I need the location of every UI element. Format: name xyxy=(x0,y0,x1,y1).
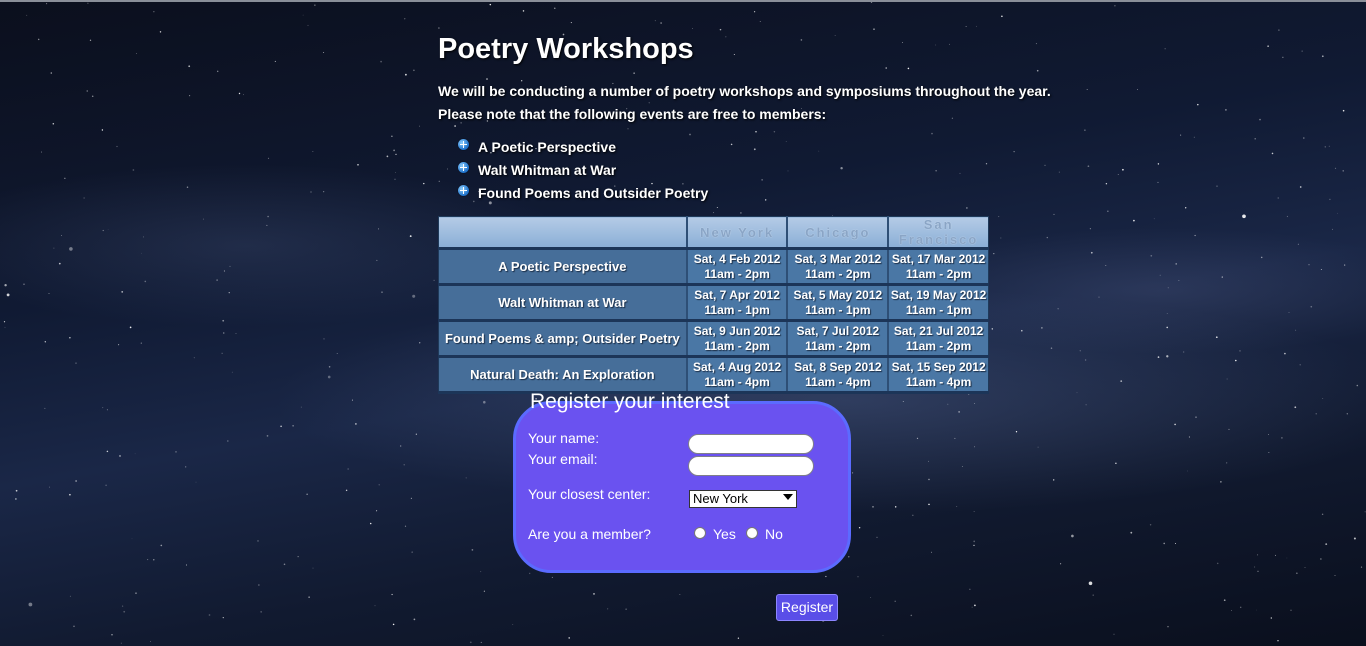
time-text: 11am - 2pm xyxy=(704,338,770,353)
list-item-label: Walt Whitman at War xyxy=(478,161,617,178)
event-name-cell: Natural Death: An Exploration xyxy=(438,356,688,394)
table-row: Natural Death: An Exploration Sat, 4 Aug… xyxy=(438,356,989,394)
time-text: 11am - 4pm xyxy=(704,374,770,389)
time-text: 11am - 2pm xyxy=(704,266,770,281)
member-no-radio[interactable] xyxy=(746,527,758,539)
member-yes-label: Yes xyxy=(713,526,736,542)
member-label: Are you a member? xyxy=(528,526,651,542)
table-row: Walt Whitman at War Sat, 7 Apr 2012 11am … xyxy=(438,284,989,322)
time-text: 11am - 4pm xyxy=(905,374,972,389)
time-text: 11am - 1pm xyxy=(905,302,972,317)
header-cell-san-francisco: San Francisco xyxy=(888,216,989,250)
date-cell: Sat, 19 May 2012 11am - 1pm xyxy=(888,284,989,322)
date-text: Sat, 19 May 2012 xyxy=(890,287,987,302)
member-no-label: No xyxy=(765,526,783,542)
event-name-cell: Walt Whitman at War xyxy=(438,284,688,322)
time-text: 11am - 2pm xyxy=(905,338,972,353)
list-item: Found Poems and Outsider Poetry xyxy=(458,181,708,204)
plus-circle-icon xyxy=(458,162,469,173)
header-cell-chicago: Chicago xyxy=(787,216,890,250)
plus-circle-icon xyxy=(458,139,469,150)
date-text: Sat, 3 Mar 2012 xyxy=(794,251,882,266)
list-item: Walt Whitman at War xyxy=(458,158,708,181)
date-text: Sat, 5 May 2012 xyxy=(793,287,883,302)
center-label: Your closest center: xyxy=(528,486,651,502)
date-cell: Sat, 4 Aug 2012 11am - 4pm xyxy=(686,356,789,394)
email-label: Your email: xyxy=(528,451,598,467)
date-text: Sat, 4 Feb 2012 xyxy=(693,251,781,266)
time-text: 11am - 2pm xyxy=(905,266,972,281)
table-header-row: New York Chicago San Francisco xyxy=(438,216,989,250)
intro-text-line2: Please note that the following events ar… xyxy=(438,106,827,122)
list-item-label: A Poetic Perspective xyxy=(478,138,616,155)
date-cell: Sat, 7 Apr 2012 11am - 1pm xyxy=(686,284,789,322)
date-cell: Sat, 5 May 2012 11am - 1pm xyxy=(787,284,890,322)
time-text: 11am - 1pm xyxy=(805,302,871,317)
date-text: Sat, 21 Jul 2012 xyxy=(893,323,984,338)
intro-text-line1: We will be conducting a number of poetry… xyxy=(438,83,1051,99)
center-select[interactable]: New York xyxy=(689,490,797,508)
list-item-label: Found Poems and Outsider Poetry xyxy=(478,184,709,201)
page-title: Poetry Workshops xyxy=(438,33,694,65)
date-text: Sat, 8 Sep 2012 xyxy=(794,359,882,374)
list-item: A Poetic Perspective xyxy=(458,135,708,158)
window-top-border xyxy=(0,0,1366,2)
date-cell: Sat, 9 Jun 2012 11am - 2pm xyxy=(686,320,789,358)
schedule-table: New York Chicago San Francisco A Poetic … xyxy=(438,216,989,394)
email-input[interactable] xyxy=(688,456,814,476)
registration-form-legend: Register your interest xyxy=(530,390,730,413)
name-input[interactable] xyxy=(688,434,814,454)
header-cell-new-york: New York xyxy=(686,216,789,250)
table-row: A Poetic Perspective Sat, 4 Feb 2012 11am… xyxy=(438,248,989,286)
date-cell: Sat, 17 Mar 2012 11am - 2pm xyxy=(888,248,989,286)
date-text: Sat, 7 Apr 2012 xyxy=(694,287,780,302)
header-cell-empty xyxy=(438,216,688,250)
date-text: Sat, 7 Jul 2012 xyxy=(796,323,880,338)
table-row: Found Poems & amp; Outsider Poetry Sat, … xyxy=(438,320,989,358)
date-text: Sat, 4 Aug 2012 xyxy=(692,359,782,374)
time-text: 11am - 2pm xyxy=(805,338,871,353)
member-yes-radio[interactable] xyxy=(694,527,706,539)
plus-circle-icon xyxy=(458,185,469,196)
register-button[interactable]: Register xyxy=(776,594,838,621)
date-cell: Sat, 21 Jul 2012 11am - 2pm xyxy=(888,320,989,358)
date-text: Sat, 17 Mar 2012 xyxy=(891,251,986,266)
date-cell: Sat, 4 Feb 2012 11am - 2pm xyxy=(686,248,789,286)
date-text: Sat, 15 Sep 2012 xyxy=(891,359,986,374)
date-cell: Sat, 15 Sep 2012 11am - 4pm xyxy=(888,356,989,394)
date-text: Sat, 9 Jun 2012 xyxy=(693,323,781,338)
name-label: Your name: xyxy=(528,430,600,446)
center-select-value: New York xyxy=(693,491,748,506)
event-name-cell: A Poetic Perspective xyxy=(438,248,688,286)
date-cell: Sat, 7 Jul 2012 11am - 2pm xyxy=(787,320,890,358)
time-text: 11am - 1pm xyxy=(704,302,770,317)
event-name-cell: Found Poems & amp; Outsider Poetry xyxy=(438,320,688,358)
chevron-down-icon xyxy=(783,494,793,500)
date-cell: Sat, 8 Sep 2012 11am - 4pm xyxy=(787,356,890,394)
time-text: 11am - 2pm xyxy=(805,266,871,281)
workshop-list: A Poetic Perspective Walt Whitman at War… xyxy=(458,135,708,204)
date-cell: Sat, 3 Mar 2012 11am - 2pm xyxy=(787,248,890,286)
time-text: 11am - 4pm xyxy=(805,374,871,389)
